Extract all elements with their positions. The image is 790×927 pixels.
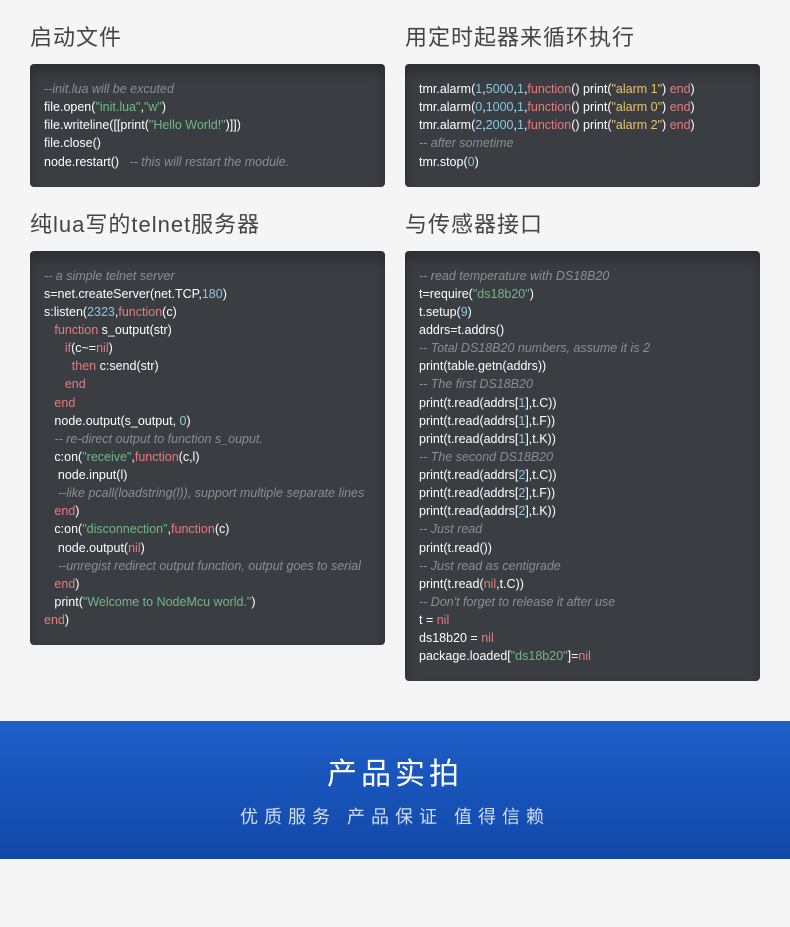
heading-startup: 启动文件 bbox=[30, 20, 385, 52]
code-block-2: tmr.alarm(1,5000,1,function() print("ala… bbox=[405, 64, 760, 187]
heading-telnet: 纯lua写的telnet服务器 bbox=[30, 207, 385, 239]
code-block-4: -- read temperature with DS18B20 t=requi… bbox=[405, 251, 760, 682]
product-banner: 产品实拍 优质服务 产品保证 值得信赖 bbox=[0, 721, 790, 859]
heading-timer: 用定时起器来循环执行 bbox=[405, 20, 760, 52]
code-block-3: -- a simple telnet server s=net.createSe… bbox=[30, 251, 385, 646]
code-block-1: --init.lua will be excuted file.open("in… bbox=[30, 64, 385, 187]
heading-sensor: 与传感器接口 bbox=[405, 207, 760, 239]
banner-title: 产品实拍 bbox=[0, 749, 790, 793]
banner-subtitle: 优质服务 产品保证 值得信赖 bbox=[0, 803, 790, 829]
